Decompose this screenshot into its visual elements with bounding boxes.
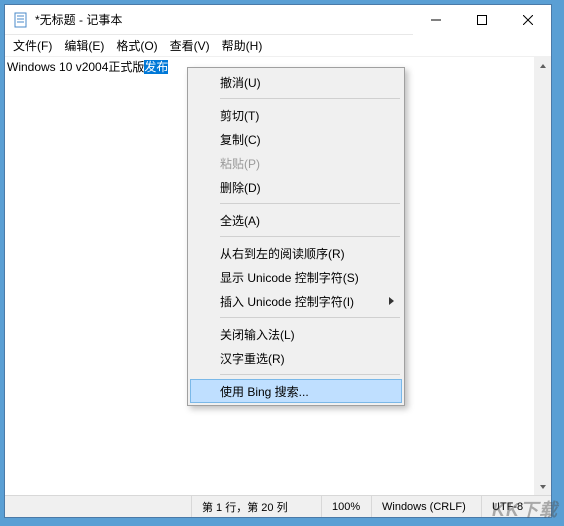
ctx-separator — [220, 317, 400, 318]
ctx-separator — [220, 98, 400, 99]
maximize-button[interactable] — [459, 5, 505, 35]
ctx-show-unicode[interactable]: 显示 Unicode 控制字符(S) — [190, 265, 402, 289]
menu-file[interactable]: 文件(F) — [7, 35, 58, 56]
ctx-insert-unicode[interactable]: 插入 Unicode 控制字符(I) — [190, 289, 402, 313]
minimize-button[interactable] — [413, 5, 459, 35]
ctx-separator — [220, 374, 400, 375]
ctx-separator — [220, 236, 400, 237]
context-menu: 撤消(U) 剪切(T) 复制(C) 粘贴(P) 删除(D) 全选(A) 从右到左… — [187, 67, 405, 406]
watermark: KK下载 — [492, 496, 558, 522]
text-selected: 发布 — [144, 60, 168, 74]
menu-format[interactable]: 格式(O) — [110, 35, 163, 56]
scroll-down-icon[interactable] — [534, 478, 551, 495]
menubar: 文件(F) 编辑(E) 格式(O) 查看(V) 帮助(H) — [5, 35, 551, 57]
status-zoom: 100% — [321, 496, 371, 517]
titlebar: *无标题 - 记事本 — [5, 5, 551, 35]
status-position: 第 1 行，第 20 列 — [191, 496, 321, 517]
ctx-copy[interactable]: 复制(C) — [190, 127, 402, 151]
ctx-hanzi[interactable]: 汉字重选(R) — [190, 346, 402, 370]
scroll-up-icon[interactable] — [534, 57, 551, 74]
ctx-rtl[interactable]: 从右到左的阅读顺序(R) — [190, 241, 402, 265]
ctx-bing-search[interactable]: 使用 Bing 搜索... — [190, 379, 402, 403]
menu-edit[interactable]: 编辑(E) — [58, 35, 110, 56]
ctx-close-ime[interactable]: 关闭输入法(L) — [190, 322, 402, 346]
notepad-icon — [13, 12, 29, 28]
editor-content: Windows 10 v2004正式版发布 — [7, 58, 168, 75]
text-plain: Windows 10 v2004正式版 — [7, 60, 144, 74]
window-controls — [413, 5, 551, 35]
ctx-separator — [220, 203, 400, 204]
ctx-select-all[interactable]: 全选(A) — [190, 208, 402, 232]
close-button[interactable] — [505, 5, 551, 35]
ctx-paste[interactable]: 粘贴(P) — [190, 151, 402, 175]
ctx-cut[interactable]: 剪切(T) — [190, 103, 402, 127]
status-eol: Windows (CRLF) — [371, 496, 481, 517]
ctx-delete[interactable]: 删除(D) — [190, 175, 402, 199]
scroll-track[interactable] — [534, 74, 551, 478]
window-title: *无标题 - 记事本 — [35, 11, 413, 28]
chevron-right-icon — [389, 297, 394, 305]
ctx-undo[interactable]: 撤消(U) — [190, 70, 402, 94]
vertical-scrollbar[interactable] — [534, 57, 551, 495]
menu-view[interactable]: 查看(V) — [164, 35, 216, 56]
menu-help[interactable]: 帮助(H) — [216, 35, 269, 56]
statusbar: 第 1 行，第 20 列 100% Windows (CRLF) UTF-8 — [5, 495, 551, 517]
